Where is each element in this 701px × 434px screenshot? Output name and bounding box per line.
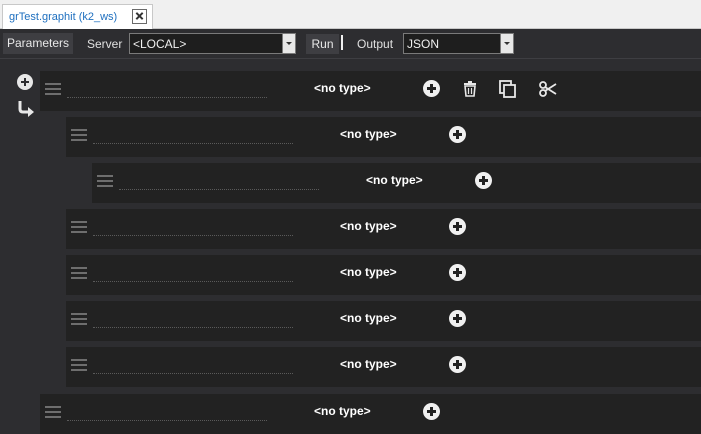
row-name-field[interactable] bbox=[93, 235, 293, 236]
plus-circle-icon[interactable] bbox=[449, 264, 466, 281]
drag-handle-icon[interactable] bbox=[71, 267, 87, 279]
drag-handle-icon[interactable] bbox=[71, 221, 87, 233]
row-type[interactable]: <no type> bbox=[340, 311, 397, 325]
drag-handle-icon[interactable] bbox=[71, 359, 87, 371]
query-row[interactable]: <no type> bbox=[66, 255, 701, 295]
row-name-field[interactable] bbox=[93, 373, 293, 374]
row-type[interactable]: <no type> bbox=[340, 265, 397, 279]
row-type[interactable]: <no type> bbox=[340, 127, 397, 141]
plus-circle-icon[interactable] bbox=[449, 126, 466, 143]
server-label: Server bbox=[87, 37, 123, 51]
query-row[interactable]: <no type> bbox=[66, 301, 701, 341]
document-tab[interactable]: grTest.graphit (k2_ws) bbox=[2, 4, 153, 29]
plus-circle-icon[interactable] bbox=[449, 310, 466, 327]
close-icon[interactable] bbox=[132, 9, 147, 24]
drag-handle-icon[interactable] bbox=[45, 406, 61, 418]
run-button[interactable]: Run bbox=[306, 34, 339, 54]
trash-icon[interactable] bbox=[460, 79, 480, 99]
text-caret bbox=[341, 35, 343, 50]
return-arrow-icon[interactable] bbox=[16, 99, 36, 117]
plus-circle-icon[interactable] bbox=[423, 80, 440, 97]
drag-handle-icon[interactable] bbox=[71, 313, 87, 325]
chevron-down-icon[interactable] bbox=[500, 34, 513, 53]
plus-circle-icon[interactable] bbox=[475, 172, 492, 189]
row-type[interactable]: <no type> bbox=[340, 219, 397, 233]
plus-circle-icon[interactable] bbox=[17, 74, 33, 90]
server-value: <LOCAL> bbox=[133, 37, 187, 51]
query-row[interactable]: <no type> bbox=[66, 347, 701, 387]
output-select[interactable]: JSON bbox=[403, 33, 514, 54]
row-name-field[interactable] bbox=[93, 143, 293, 144]
row-name-field[interactable] bbox=[67, 97, 267, 98]
query-row[interactable]: <no type> bbox=[40, 71, 701, 111]
tab-strip: grTest.graphit (k2_ws) bbox=[0, 0, 701, 29]
toolbar: Parameters Server <LOCAL> Run Output JSO… bbox=[0, 30, 701, 59]
row-name-field[interactable] bbox=[93, 327, 293, 328]
query-row[interactable]: <no type> bbox=[40, 394, 701, 434]
row-type[interactable]: <no type> bbox=[314, 81, 371, 95]
plus-circle-icon[interactable] bbox=[449, 218, 466, 235]
row-type[interactable]: <no type> bbox=[366, 173, 423, 187]
query-row[interactable]: <no type> bbox=[66, 117, 701, 157]
output-label: Output bbox=[357, 37, 394, 51]
query-row[interactable]: <no type> bbox=[92, 163, 701, 203]
row-type[interactable]: <no type> bbox=[314, 404, 371, 418]
plus-circle-icon[interactable] bbox=[423, 403, 440, 420]
row-name-field[interactable] bbox=[119, 189, 319, 190]
query-row[interactable]: <no type> bbox=[66, 209, 701, 249]
chevron-down-icon[interactable] bbox=[282, 34, 295, 53]
drag-handle-icon[interactable] bbox=[45, 83, 61, 95]
scissors-icon[interactable] bbox=[538, 79, 558, 99]
row-name-field[interactable] bbox=[67, 420, 267, 421]
server-select[interactable]: <LOCAL> bbox=[129, 33, 296, 54]
drag-handle-icon[interactable] bbox=[97, 175, 113, 187]
parameters-button[interactable]: Parameters bbox=[3, 33, 73, 54]
copy-icon[interactable] bbox=[498, 79, 518, 99]
plus-circle-icon[interactable] bbox=[449, 356, 466, 373]
output-value: JSON bbox=[407, 37, 440, 51]
tab-title: grTest.graphit (k2_ws) bbox=[9, 11, 118, 23]
row-name-field[interactable] bbox=[93, 281, 293, 282]
row-type[interactable]: <no type> bbox=[340, 357, 397, 371]
drag-handle-icon[interactable] bbox=[71, 129, 87, 141]
